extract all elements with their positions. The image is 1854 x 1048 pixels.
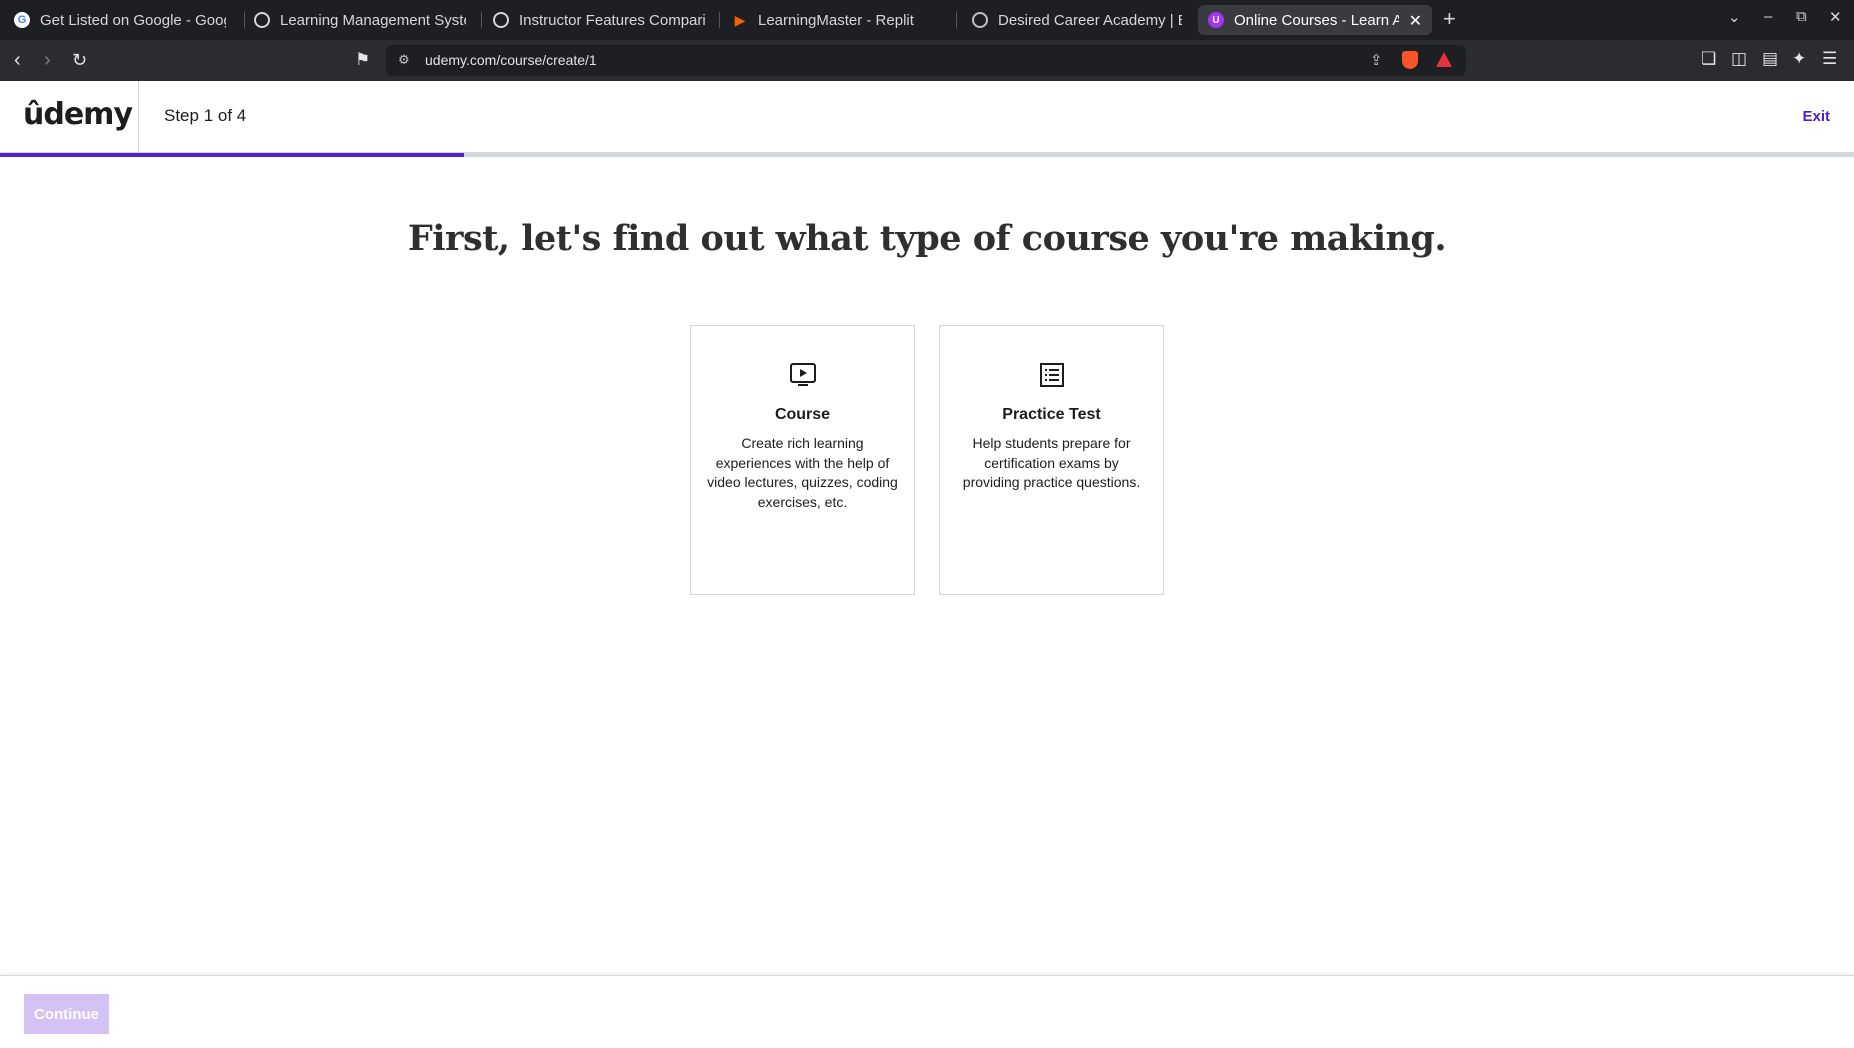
brave-rewards-icon[interactable]	[1436, 52, 1452, 67]
tab-separator	[481, 12, 482, 28]
tab-title: Get Listed on Google - Goog	[40, 11, 226, 29]
card-description: Create rich learning experiences with th…	[707, 435, 898, 510]
header-divider	[138, 81, 139, 153]
google-icon: G	[14, 12, 30, 28]
back-icon[interactable]: ‹	[14, 48, 21, 72]
url-text[interactable]: udemy.com/course/create/1	[425, 52, 597, 68]
continue-button[interactable]: Continue	[24, 994, 109, 1034]
browser-tab-2[interactable]: Learning Management Syste	[244, 5, 476, 35]
restore-icon[interactable]: ⧉	[1796, 8, 1807, 25]
browser-tab-5[interactable]: Desired Career Academy | Er	[962, 5, 1192, 35]
new-tab-icon[interactable]: +	[1443, 6, 1456, 32]
browser-tab-4[interactable]: ▶ LearningMaster - Replit	[722, 5, 954, 35]
step-indicator: Step 1 of 4	[164, 106, 247, 125]
address-bar[interactable]: ⚙ udemy.com/course/create/1 ⇪	[386, 45, 1466, 76]
tab-title: Instructor Features Compari	[519, 11, 705, 29]
progress-fill	[0, 153, 464, 157]
wallet-icon[interactable]: ▤	[1762, 49, 1778, 69]
page-title: First, let's find out what type of cours…	[407, 218, 1447, 259]
openai-icon	[254, 12, 270, 28]
site-info-icon[interactable]: ⚙	[398, 52, 410, 68]
openai-icon	[493, 12, 509, 28]
list-icon	[1039, 363, 1064, 387]
close-window-icon[interactable]: ✕	[1829, 8, 1842, 26]
brave-shields-icon[interactable]	[1402, 51, 1418, 69]
close-tab-icon[interactable]: ✕	[1409, 11, 1422, 31]
browser-tab-bar: G Get Listed on Google - Goog Learning M…	[0, 0, 1854, 40]
udemy-icon: U	[1208, 12, 1224, 28]
replit-icon: ▶	[734, 11, 746, 28]
tab-title: LearningMaster - Replit	[758, 11, 914, 29]
progress-bar	[0, 153, 1854, 157]
tab-title: Learning Management Syste	[280, 11, 466, 29]
forward-icon[interactable]: ›	[44, 48, 51, 72]
page-footer: Continue	[0, 975, 1854, 1048]
globe-icon	[972, 12, 988, 28]
practice-test-type-card[interactable]: Practice Test Help students prepare for …	[939, 325, 1164, 595]
tab-separator	[956, 12, 957, 28]
video-icon	[789, 363, 816, 386]
browser-tab-1[interactable]: G Get Listed on Google - Goog	[4, 5, 236, 35]
leo-ai-icon[interactable]: ✦	[1792, 49, 1806, 69]
course-type-card[interactable]: Course Create rich learning experiences …	[690, 325, 915, 595]
reload-icon[interactable]: ↻	[72, 48, 87, 72]
card-title: Practice Test	[1002, 406, 1101, 423]
tab-separator	[719, 12, 720, 28]
tab-list-chevron-icon[interactable]: ⌄	[1728, 8, 1741, 26]
sidebar-icon[interactable]: ◫	[1731, 49, 1747, 69]
tab-title: Desired Career Academy | Er	[998, 11, 1182, 29]
bookmark-icon[interactable]: ⚑	[355, 50, 370, 70]
tab-title: Online Courses - Learn A	[1234, 11, 1399, 29]
card-title: Course	[774, 406, 831, 423]
minimize-icon[interactable]: –	[1764, 8, 1772, 25]
browser-toolbar: ‹ › ↻ ⚑ ⚙ udemy.com/course/create/1 ⇪ ❏ …	[0, 40, 1854, 81]
browser-tab-3[interactable]: Instructor Features Compari	[483, 5, 715, 35]
share-icon[interactable]: ⇪	[1370, 51, 1383, 69]
udemy-logo[interactable]: ûdemy	[23, 97, 133, 132]
page-header: ûdemy Step 1 of 4 Exit	[0, 81, 1854, 153]
exit-link[interactable]: Exit	[1802, 108, 1830, 125]
card-description: Help students prepare for certification …	[962, 435, 1141, 490]
menu-icon[interactable]: ☰	[1822, 49, 1837, 69]
extensions-icon[interactable]: ❏	[1701, 49, 1716, 69]
browser-tab-6-active[interactable]: U Online Courses - Learn A ✕	[1198, 5, 1432, 35]
course-create-page: ûdemy Step 1 of 4 Exit First, let's find…	[0, 81, 1854, 1048]
